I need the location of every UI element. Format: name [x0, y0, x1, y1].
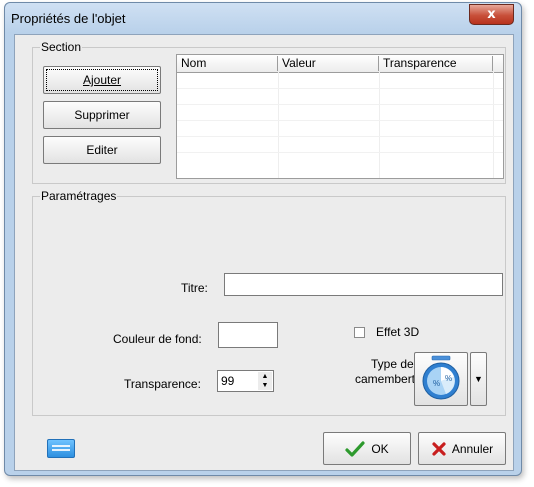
keyboard-glyph: [52, 445, 70, 451]
table-header: Nom Valeur Transparence: [177, 55, 503, 73]
add-button[interactable]: Ajouter: [43, 66, 161, 94]
cancel-button[interactable]: Annuler: [418, 432, 506, 465]
close-button[interactable]: x: [469, 4, 514, 25]
chevron-down-icon: ▼: [474, 374, 483, 384]
close-icon: x: [487, 7, 496, 22]
column-header-valeur[interactable]: Valeur: [278, 56, 379, 71]
stepper-up-button[interactable]: ▲: [258, 372, 272, 381]
keyboard-icon[interactable]: [47, 439, 75, 458]
bg-color-swatch[interactable]: [218, 322, 278, 348]
edit-button-label: Editer: [86, 143, 118, 157]
delete-button-label: Supprimer: [74, 108, 130, 122]
settings-group-label: Paramétrages: [40, 189, 118, 203]
pie-type-label-line2: camembert:: [355, 372, 419, 386]
effect3d-checkbox[interactable]: [354, 327, 365, 338]
grid-line: [177, 136, 503, 137]
section-table[interactable]: Nom Valeur Transparence: [176, 54, 504, 179]
pie-type-dropdown-button[interactable]: ▼: [470, 352, 487, 406]
grid-line: [177, 152, 503, 153]
transparency-label: Transparence:: [124, 377, 201, 391]
check-icon: [345, 440, 365, 457]
transparency-stepper[interactable]: 99 ▲ ▼: [217, 370, 274, 392]
title-input[interactable]: [224, 273, 503, 296]
transparency-value: 99: [221, 374, 235, 388]
stepper-down-button[interactable]: ▼: [258, 381, 272, 390]
svg-text:%: %: [445, 374, 452, 383]
svg-text:%: %: [433, 379, 440, 388]
x-mark-icon: [432, 441, 446, 456]
add-button-label: Ajouter: [82, 73, 122, 87]
grid-line: [177, 120, 503, 121]
ok-button-label: OK: [371, 441, 389, 456]
window-title: Propriétés de l'objet: [11, 11, 126, 26]
edit-button[interactable]: Editer: [43, 136, 161, 164]
delete-button[interactable]: Supprimer: [43, 101, 161, 129]
grid-line: [177, 104, 503, 105]
dialog-window: Propriétés de l'objet x Section Ajouter …: [4, 2, 522, 476]
title-label: Titre:: [181, 281, 208, 295]
pie-type-label-line1: Type de: [371, 357, 414, 371]
bg-color-label: Couleur de fond:: [113, 332, 202, 346]
stepper-buttons: ▲ ▼: [258, 372, 272, 390]
section-group-label: Section: [40, 40, 83, 54]
ok-button[interactable]: OK: [323, 432, 411, 465]
grid-line: [177, 88, 503, 89]
pie-chart-icon: % %: [422, 355, 460, 400]
dialog-content: Section Ajouter Supprimer Editer Nom Val…: [14, 34, 514, 471]
title-bar[interactable]: Propriétés de l'objet x: [5, 3, 521, 33]
column-header-transparence[interactable]: Transparence: [379, 56, 493, 71]
pie-type-button[interactable]: % %: [414, 352, 468, 406]
cancel-button-label: Annuler: [451, 441, 494, 456]
column-header-nom[interactable]: Nom: [177, 56, 278, 71]
effect3d-label: Effet 3D: [376, 325, 420, 339]
